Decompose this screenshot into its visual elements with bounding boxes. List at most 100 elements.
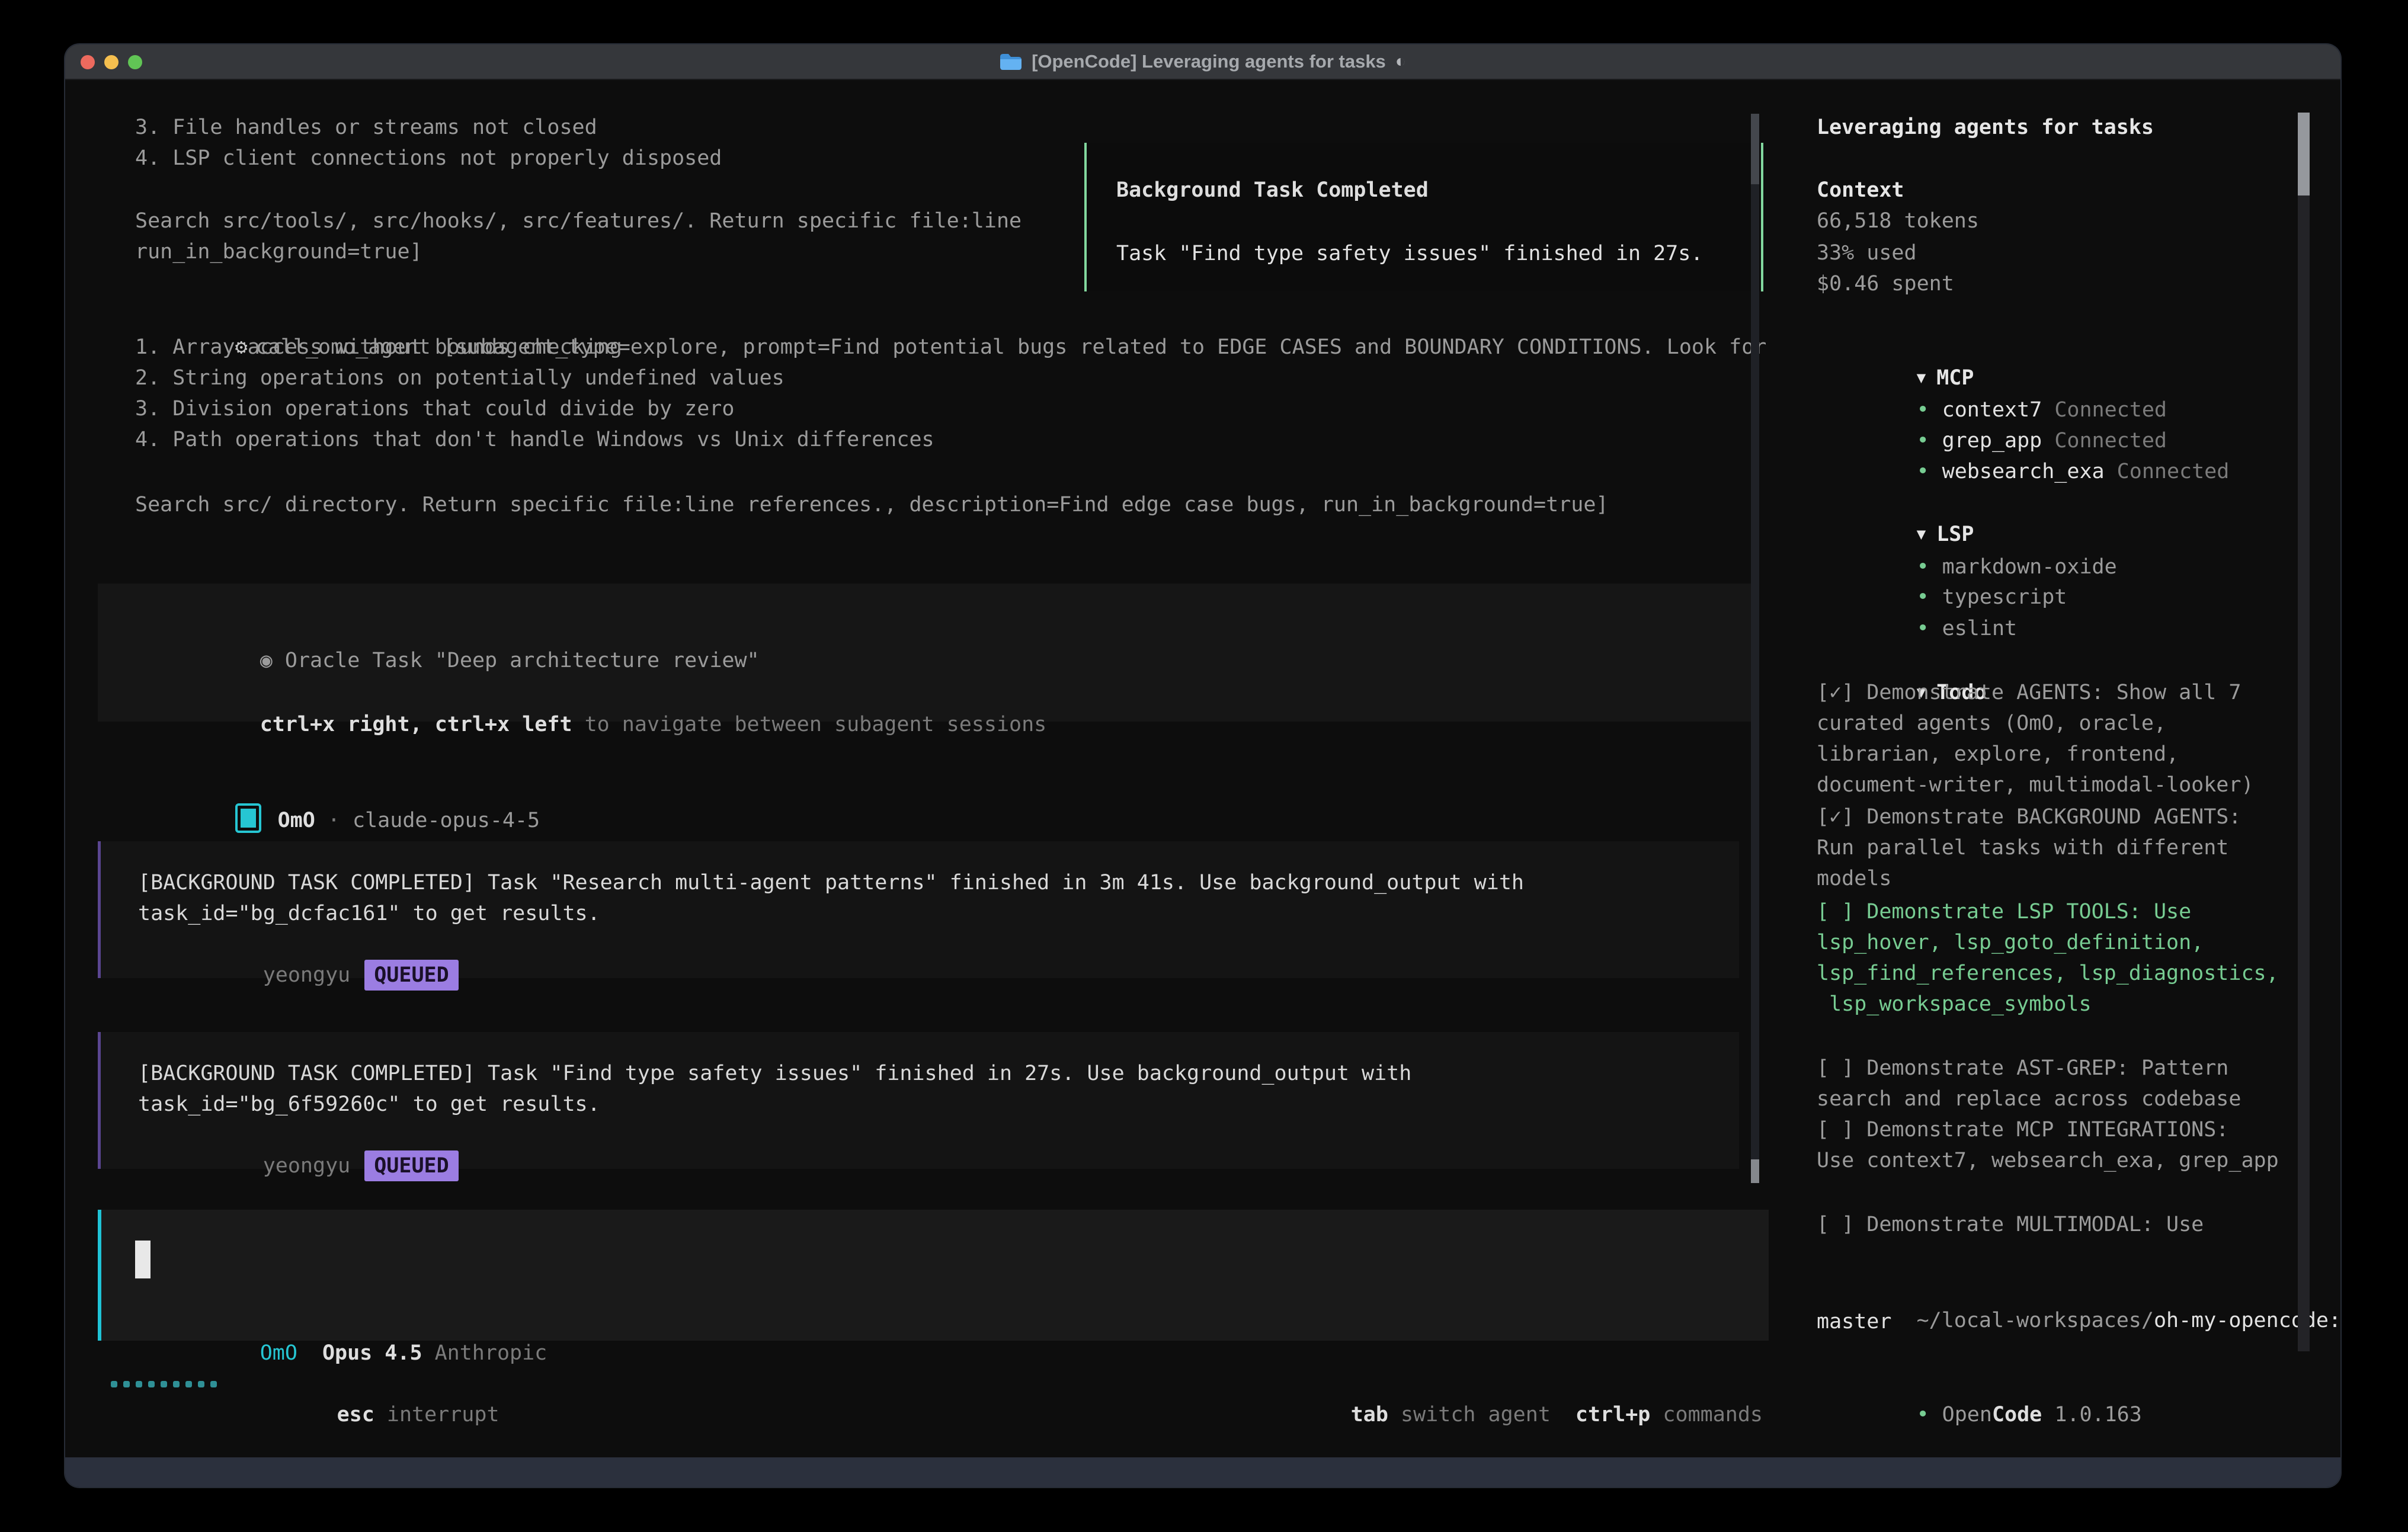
todo-line: [✓] Demonstrate AGENTS: Show all 7 (1817, 677, 2241, 708)
context-tokens: 66,518 tokens (1817, 206, 1979, 236)
context-spent: $0.46 spent (1817, 268, 1954, 299)
context-header: Context (1817, 175, 1904, 206)
task-message-line: task_id="bg_6f59260c" to get results. (138, 1089, 600, 1120)
todo-line: curated agents (OmO, oracle, (1817, 708, 2166, 739)
session-title: Leveraging agents for tasks (1817, 112, 2154, 143)
ctrlp-key-hint: ctrl+p (1576, 1403, 1650, 1427)
output-line: 3. File handles or streams not closed (135, 112, 597, 143)
task-message-meta: yeongyuQUEUED (138, 929, 459, 960)
mcp-item: •websearch_exa Connected (1817, 425, 2229, 456)
output-line: run_in_background=true] (135, 236, 422, 267)
toast-title: Background Task Completed (1116, 175, 1429, 206)
oracle-task-title: ◉ Oracle Task "Deep architecture review" (135, 614, 760, 645)
lsp-item: •typescript (1817, 551, 2067, 582)
workspace-path: ~/local-workspaces/oh-my-opencode: (1817, 1274, 2340, 1305)
ctrlp-action-label: commands (1663, 1403, 1763, 1427)
tool-call-line: Search src/ directory. Return specific f… (135, 489, 1608, 520)
traffic-lights (81, 44, 142, 80)
agent-header: OmO · claude-opus-4-5 (135, 773, 540, 803)
tool-call-line: ⚙call_omo_agent [subagent_type=explore, … (135, 301, 1766, 332)
lsp-section-header[interactable]: ▼LSP (1817, 488, 1974, 519)
sidebar-scrollbar[interactable] (2298, 113, 2310, 1351)
status-badge: QUEUED (364, 960, 458, 991)
todo-line: Run parallel tasks with different (1817, 832, 2228, 863)
tool-call-line: 4. Path operations that don't handle Win… (135, 424, 934, 455)
todo-line: [ ] Demonstrate MCP INTEGRATIONS: (1817, 1114, 2228, 1145)
agent-model: claude-opus-4-5 (353, 809, 540, 832)
spinner-dots (111, 1381, 217, 1387)
todo-line: [ ] Demonstrate MULTIMODAL: Use (1817, 1209, 2204, 1240)
mcp-item: •grep_app Connected (1817, 395, 2167, 425)
titlebar[interactable]: [OpenCode] Leveraging agents for tasks ◐ (65, 44, 2340, 80)
main-scrollbar-thumb[interactable] (1751, 114, 1759, 184)
agent-icon (235, 803, 261, 833)
tool-call-line: 2. String operations on potentially unde… (135, 363, 784, 393)
task-message-line: [BACKGROUND TASK COMPLETED] Task "Resear… (138, 867, 1524, 898)
todo-line-active: lsp_hover, lsp_goto_definition, (1817, 927, 2204, 958)
task-message-block: [BACKGROUND TASK COMPLETED] Task "Find t… (98, 1032, 1739, 1169)
window-bottom-edge (65, 1457, 2340, 1487)
tool-call-line: 3. Division operations that could divide… (135, 393, 734, 424)
task-message-meta: yeongyuQUEUED (138, 1120, 459, 1150)
minimize-button[interactable] (104, 55, 119, 69)
separator-dot: · (328, 809, 340, 832)
status-dot-icon: • (1917, 1403, 1929, 1427)
input-provider: Anthropic (435, 1341, 547, 1365)
lsp-item: •markdown-oxide (1817, 521, 2117, 552)
input-footer: OmOOpus 4.5 Anthropic (135, 1307, 547, 1338)
todo-line-active: lsp_find_references, lsp_diagnostics, (1817, 958, 2279, 989)
todo-line: [ ] Demonstrate AST-GREP: Pattern (1817, 1053, 2228, 1084)
status-badge: QUEUED (364, 1150, 458, 1181)
tool-call-line: 1. Array access without bounds checking (135, 332, 622, 363)
maximize-button[interactable] (128, 55, 142, 69)
prompt-input[interactable]: OmOOpus 4.5 Anthropic (98, 1210, 1769, 1341)
esc-key-hint: esc (337, 1403, 374, 1427)
folder-icon (1000, 53, 1022, 70)
output-line: 4. LSP client connections not properly d… (135, 143, 722, 174)
context-used: 33% used (1817, 238, 1917, 268)
todo-line: librarian, explore, frontend, (1817, 739, 2179, 770)
sidebar-scrollbar-thumb[interactable] (2298, 113, 2310, 195)
screen: [OpenCode] Leveraging agents for tasks ◐… (0, 0, 2408, 1532)
task-message-line: task_id="bg_dcfac161" to get results. (138, 898, 600, 929)
task-message-block: [BACKGROUND TASK COMPLETED] Task "Resear… (98, 841, 1739, 978)
agent-name: OmO (278, 809, 315, 832)
session-share-icon: ◐ (1395, 52, 1406, 72)
author-label: yeongyu (263, 963, 351, 987)
mcp-item: •context7 Connected (1817, 364, 2167, 395)
statusbar-left: esc interrupt (237, 1368, 499, 1399)
todo-line: document-writer, multimodal-looker) (1817, 770, 2254, 800)
status-dot-icon: • (1917, 460, 1929, 483)
main-scrollbar[interactable] (1751, 114, 1759, 1182)
todo-line: search and replace across codebase (1817, 1084, 2241, 1114)
background-task-toast[interactable]: Background Task Completed Task "Find typ… (1084, 143, 1763, 291)
tab-action-label: switch agent (1401, 1403, 1551, 1427)
status-dot-icon: • (1917, 617, 1929, 640)
todo-line: [✓] Demonstrate BACKGROUND AGENTS: (1817, 802, 2241, 832)
close-button[interactable] (81, 55, 95, 69)
toast-body: Task "Find type safety issues" finished … (1116, 238, 1703, 269)
main-scroll-indicator[interactable] (1751, 1159, 1759, 1183)
todo-section-header[interactable]: ▼Todo (1817, 646, 1987, 677)
todo-line: models (1817, 863, 1891, 894)
input-model: Opus 4.5 (322, 1341, 422, 1365)
window-title: [OpenCode] Leveraging agents for tasks (1032, 51, 1386, 72)
todo-line-active: lsp_workspace_symbols (1817, 989, 2092, 1020)
input-agent-name: OmO (260, 1341, 297, 1365)
author-label: yeongyu (263, 1154, 351, 1178)
oracle-task-hint: ctrl+x right, ctrl+x left to navigate be… (135, 678, 1046, 709)
output-line: Search src/tools/, src/hooks/, src/featu… (135, 206, 1022, 236)
todo-line: Use context7, websearch_exa, grep_app (1817, 1145, 2279, 1176)
task-message-line: [BACKGROUND TASK COMPLETED] Task "Find t… (138, 1058, 1411, 1089)
terminal-content: 3. File handles or streams not closed 4.… (65, 80, 2340, 1457)
text-cursor (135, 1241, 150, 1278)
oracle-task-box: ◉ Oracle Task "Deep architecture review"… (98, 584, 1756, 722)
app-version: •OpenCode 1.0.163 (1817, 1368, 2142, 1399)
workspace-branch: master (1817, 1306, 1891, 1337)
record-icon: ◉ (260, 649, 273, 672)
shortcut-keys: ctrl+x right, ctrl+x left (260, 713, 572, 736)
tab-key-hint: tab (1351, 1403, 1388, 1427)
todo-line-active: [ ] Demonstrate LSP TOOLS: Use (1817, 896, 2191, 927)
mcp-section-header[interactable]: ▼MCP (1817, 332, 1974, 363)
statusbar-right: tab switch agentctrl+p commands (1251, 1368, 1763, 1399)
